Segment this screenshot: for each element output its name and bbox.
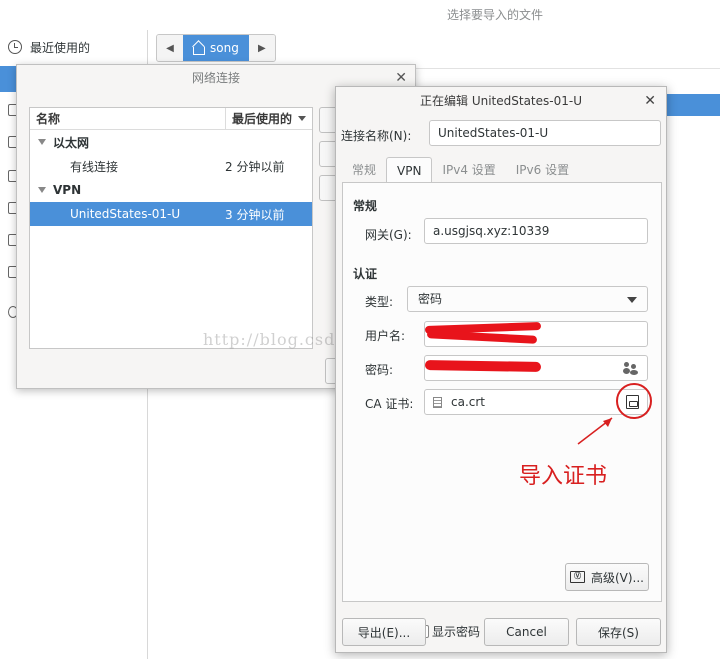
- edit-connection-dialog: 正在编辑 UnitedStates-01-U ✕ 连接名称(N): United…: [335, 86, 667, 653]
- connection-name-input[interactable]: UnitedStates-01-U: [429, 120, 661, 146]
- network-window-title: 网络连接: [191, 71, 240, 85]
- list-item[interactable]: 有线连接 2 分钟以前: [30, 154, 312, 178]
- redaction-scribble: [426, 330, 538, 344]
- redaction-scribble: [424, 359, 542, 373]
- tab-bar: 常规 VPN IPv4 设置 IPv6 设置: [342, 157, 579, 183]
- advanced-icon: Ⓥ: [569, 571, 585, 583]
- path-crumb-label: song: [210, 41, 239, 55]
- connection-time: 2 分钟以前: [225, 159, 285, 174]
- path-crumb-home[interactable]: song: [183, 35, 249, 61]
- users-icon[interactable]: [623, 362, 639, 375]
- tab-general[interactable]: 常规: [342, 157, 386, 183]
- column-header-last-used[interactable]: 最后使用的: [226, 108, 312, 129]
- path-bar: ◀ song ▶: [156, 34, 276, 62]
- dialog-titlebar: 正在编辑 UnitedStates-01-U ✕: [336, 87, 666, 115]
- expander-icon: [38, 139, 46, 145]
- gateway-input[interactable]: a.usgjsq.xyz:10339: [424, 218, 648, 244]
- save-button[interactable]: 保存(S): [576, 618, 661, 646]
- expander-icon: [38, 187, 46, 193]
- close-icon[interactable]: ✕: [644, 87, 656, 115]
- column-header-name[interactable]: 名称: [30, 108, 226, 129]
- ca-cert-value: ca.crt: [451, 395, 486, 409]
- connection-list: 名称 最后使用的 以太网 有线连接 2 分钟以前 VPN UnitedState…: [29, 107, 313, 349]
- list-item-selected[interactable]: UnitedStates-01-U 3 分钟以前: [30, 202, 312, 226]
- auth-type-value: 密码: [418, 292, 443, 306]
- chevron-down-icon: [627, 297, 637, 303]
- type-label: 类型:: [365, 295, 394, 309]
- username-label: 用户名:: [365, 329, 406, 343]
- import-certificate-button[interactable]: [621, 392, 643, 412]
- username-input[interactable]: [424, 321, 648, 347]
- clock-icon: [8, 40, 22, 54]
- connection-name-label: 连接名称(N):: [341, 129, 412, 143]
- group-label: VPN: [53, 183, 82, 197]
- advanced-button-label: 高级(V)...: [590, 570, 645, 585]
- tab-vpn[interactable]: VPN: [386, 157, 433, 183]
- connection-time: 3 分钟以前: [225, 207, 285, 222]
- tab-ipv6[interactable]: IPv6 设置: [506, 157, 579, 183]
- group-vpn[interactable]: VPN: [30, 178, 312, 202]
- sort-down-icon: [298, 116, 307, 121]
- file-row-selected[interactable]: [658, 94, 720, 116]
- cancel-button[interactable]: Cancel: [484, 618, 569, 646]
- path-forward-button[interactable]: ▶: [248, 35, 275, 61]
- connection-list-header: 名称 最后使用的: [30, 108, 312, 130]
- dialog-title: 正在编辑 UnitedStates-01-U: [420, 94, 582, 108]
- ca-cert-input[interactable]: ca.crt: [424, 389, 648, 415]
- tab-ipv4[interactable]: IPv4 设置: [432, 157, 505, 183]
- section-general: 常规: [353, 199, 378, 213]
- place-recent[interactable]: 最近使用的: [8, 36, 90, 58]
- column-header-last-used-label: 最后使用的: [232, 111, 293, 126]
- place-recent-label: 最近使用的: [30, 40, 91, 55]
- path-back-button[interactable]: ◀: [157, 35, 183, 61]
- file-chooser-title: 选择要导入的文件: [446, 8, 543, 22]
- gateway-label: 网关(G):: [365, 228, 412, 242]
- advanced-button[interactable]: Ⓥ 高级(V)...: [565, 563, 649, 591]
- ca-cert-label: CA 证书:: [365, 397, 414, 411]
- file-icon: [433, 397, 442, 408]
- connection-name: 有线连接: [70, 159, 119, 174]
- connection-name: UnitedStates-01-U: [70, 207, 181, 221]
- password-input[interactable]: [424, 355, 648, 381]
- show-password-label: 显示密码: [432, 625, 481, 639]
- section-auth: 认证: [353, 267, 378, 281]
- group-label: 以太网: [53, 135, 90, 150]
- annotation-text: 导入证书: [519, 464, 608, 489]
- auth-type-select[interactable]: 密码: [407, 286, 648, 312]
- document-open-icon: [625, 395, 639, 409]
- vpn-tab-page: 常规 网关(G): a.usgjsq.xyz:10339 认证 类型: 密码 用…: [342, 182, 662, 639]
- export-button[interactable]: 导出(E)...: [342, 618, 426, 646]
- home-icon: [191, 42, 205, 55]
- password-label: 密码:: [365, 363, 394, 377]
- group-ethernet[interactable]: 以太网: [30, 130, 312, 154]
